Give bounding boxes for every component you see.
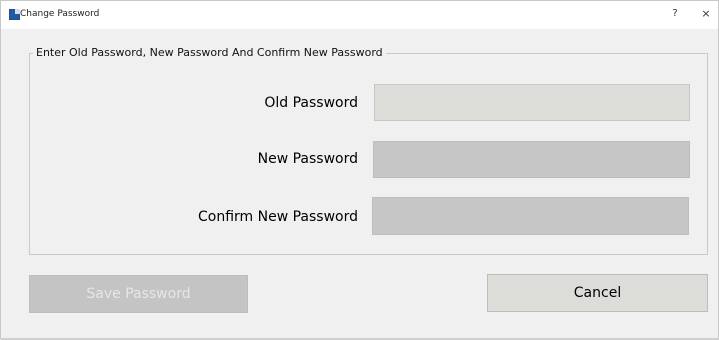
- old-password-label: Old Password: [264, 95, 358, 111]
- new-password-field[interactable]: [373, 141, 690, 178]
- groupbox-legend: Enter Old Password, New Password And Con…: [33, 46, 386, 60]
- save-password-button[interactable]: Save Password: [29, 275, 248, 313]
- app-icon: [9, 9, 20, 20]
- old-password-field[interactable]: [374, 84, 690, 121]
- help-button[interactable]: ?: [668, 7, 682, 21]
- window-title: Change Password: [20, 9, 100, 19]
- title-bar: Change Password ? ×: [1, 1, 718, 29]
- change-password-dialog: Change Password ? × Enter Old Password, …: [0, 0, 719, 340]
- close-button[interactable]: ×: [699, 7, 713, 21]
- new-password-label: New Password: [257, 151, 358, 167]
- confirm-password-label: Confirm New Password: [197, 209, 358, 225]
- confirm-password-field[interactable]: [372, 197, 689, 235]
- cancel-button[interactable]: Cancel: [487, 274, 708, 312]
